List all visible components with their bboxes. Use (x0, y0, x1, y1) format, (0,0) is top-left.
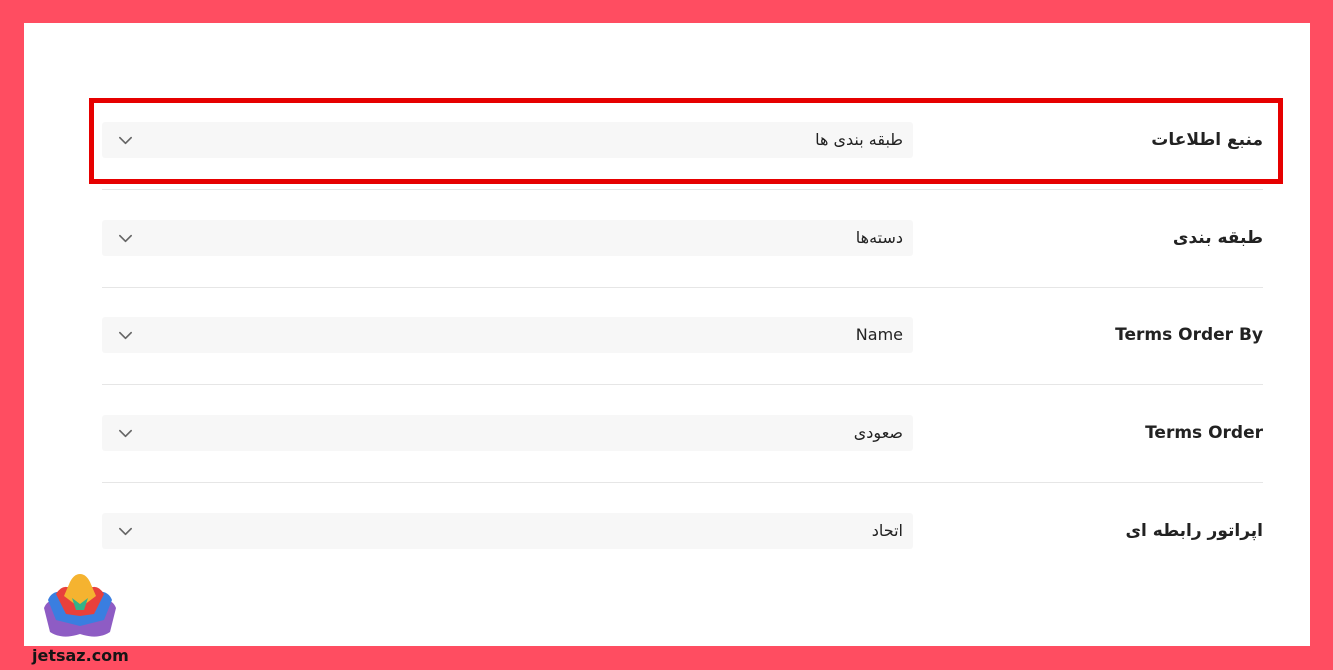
field-label-data-source: منبع اطلاعات (1151, 130, 1263, 150)
divider (102, 482, 1263, 483)
field-label-taxonomy: طبقه بندی (1172, 228, 1263, 248)
settings-panel: منبع اطلاعات طبقه بندی ها طبقه بندی دسته… (24, 23, 1310, 646)
chevron-down-icon (119, 331, 132, 340)
taxonomy-select-value: دسته‌ها (855, 228, 903, 247)
terms-order-select[interactable]: صعودی (102, 415, 913, 451)
chevron-down-icon (119, 429, 132, 438)
divider (102, 384, 1263, 385)
jetsaz-logo-icon (44, 574, 116, 637)
terms-order-by-select-value: Name (855, 325, 903, 344)
taxonomy-select[interactable]: دسته‌ها (102, 220, 913, 256)
field-row-relation-operator: اپراتور رابطه ای اتحاد (102, 511, 1263, 551)
chevron-down-icon (119, 136, 132, 145)
relation-operator-select[interactable]: اتحاد (102, 513, 913, 549)
field-row-data-source: منبع اطلاعات طبقه بندی ها (102, 120, 1263, 160)
field-label-terms-order-by: Terms Order By (1115, 325, 1263, 345)
data-source-select-value: طبقه بندی ها (815, 130, 903, 149)
field-row-terms-order: Terms Order صعودی (102, 413, 1263, 453)
field-row-terms-order-by: Terms Order By Name (102, 315, 1263, 355)
data-source-select[interactable]: طبقه بندی ها (102, 122, 913, 158)
divider (102, 287, 1263, 288)
divider (102, 189, 1263, 190)
chevron-down-icon (119, 527, 132, 536)
field-row-taxonomy: طبقه بندی دسته‌ها (102, 218, 1263, 258)
field-label-terms-order: Terms Order (1145, 423, 1263, 443)
chevron-down-icon (119, 234, 132, 243)
terms-order-select-value: صعودی (853, 423, 903, 442)
watermark-text: jetsaz.com (32, 646, 129, 665)
terms-order-by-select[interactable]: Name (102, 317, 913, 353)
relation-operator-select-value: اتحاد (871, 521, 903, 540)
field-label-relation-operator: اپراتور رابطه ای (1125, 521, 1263, 541)
